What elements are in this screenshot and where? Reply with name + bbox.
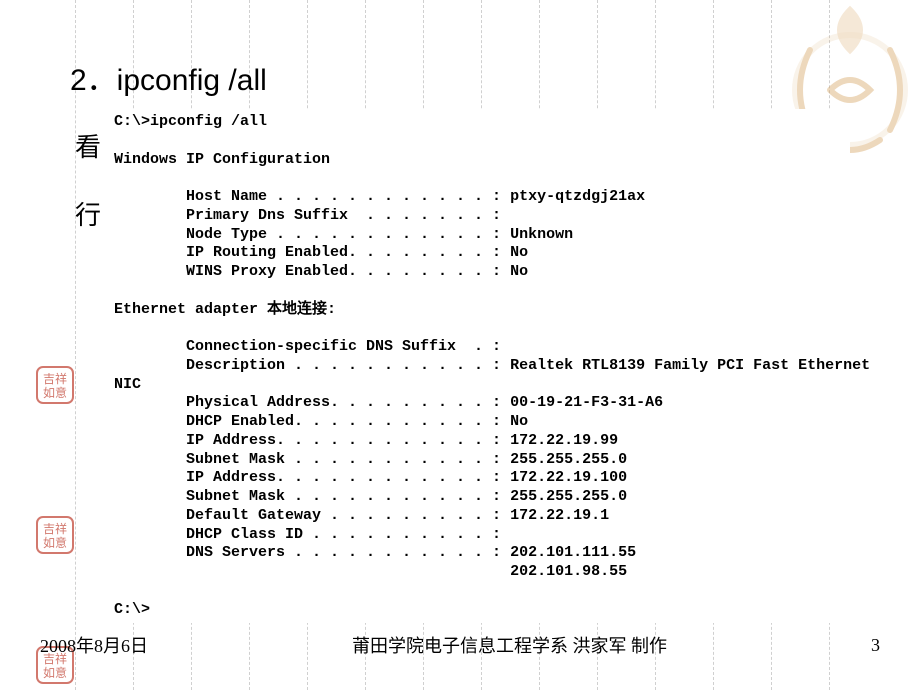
terminal-line: Default Gateway . . . . . . . . . : 172.… bbox=[114, 507, 609, 524]
terminal-line: DHCP Enabled. . . . . . . . . . . : No bbox=[114, 413, 528, 430]
terminal-line: Node Type . . . . . . . . . . . . : Unkn… bbox=[114, 226, 573, 243]
footer: 2008年8月6日 莆田学院电子信息工程学系 洪家军 制作 3 bbox=[0, 632, 920, 658]
footer-date: 2008年8月6日 bbox=[40, 632, 148, 658]
terminal-line: C:\> bbox=[114, 601, 150, 618]
terminal-line: 202.101.98.55 bbox=[114, 563, 627, 580]
svg-text:如意: 如意 bbox=[43, 665, 67, 680]
terminal-line: WINS Proxy Enabled. . . . . . . . : No bbox=[114, 263, 528, 280]
terminal-line: NIC bbox=[114, 376, 141, 393]
terminal-line: Description . . . . . . . . . . . : Real… bbox=[114, 357, 870, 374]
page-title: 2．ipconfig /all bbox=[70, 55, 850, 99]
background-text: 看 bbox=[75, 127, 101, 164]
background-text: 行 bbox=[75, 195, 101, 232]
terminal-line: DHCP Class ID . . . . . . . . . . : bbox=[114, 526, 501, 543]
terminal-line: Host Name . . . . . . . . . . . . : ptxy… bbox=[114, 188, 645, 205]
page-number: 3 bbox=[871, 635, 880, 656]
terminal-line: C:\>ipconfig /all bbox=[114, 113, 267, 130]
terminal-line: Physical Address. . . . . . . . . : 00-1… bbox=[114, 394, 663, 411]
terminal-line: IP Address. . . . . . . . . . . . : 172.… bbox=[114, 469, 627, 486]
terminal-line: Connection-specific DNS Suffix . : bbox=[114, 338, 501, 355]
terminal-line: IP Address. . . . . . . . . . . . : 172.… bbox=[114, 432, 618, 449]
terminal-line: IP Routing Enabled. . . . . . . . : No bbox=[114, 244, 528, 261]
terminal-line: Primary Dns Suffix . . . . . . . : bbox=[114, 207, 501, 224]
terminal-output: C:\>ipconfig /all Windows IP Configurati… bbox=[110, 109, 850, 623]
terminal-line: Subnet Mask . . . . . . . . . . . : 255.… bbox=[114, 451, 627, 468]
terminal-line: Subnet Mask . . . . . . . . . . . : 255.… bbox=[114, 488, 627, 505]
footer-author: 莆田学院电子信息工程学系 洪家军 制作 bbox=[148, 632, 871, 658]
terminal-line: DNS Servers . . . . . . . . . . . : 202.… bbox=[114, 544, 636, 561]
terminal-line: Windows IP Configuration bbox=[114, 151, 330, 168]
terminal-line: Ethernet adapter 本地连接: bbox=[114, 301, 336, 318]
